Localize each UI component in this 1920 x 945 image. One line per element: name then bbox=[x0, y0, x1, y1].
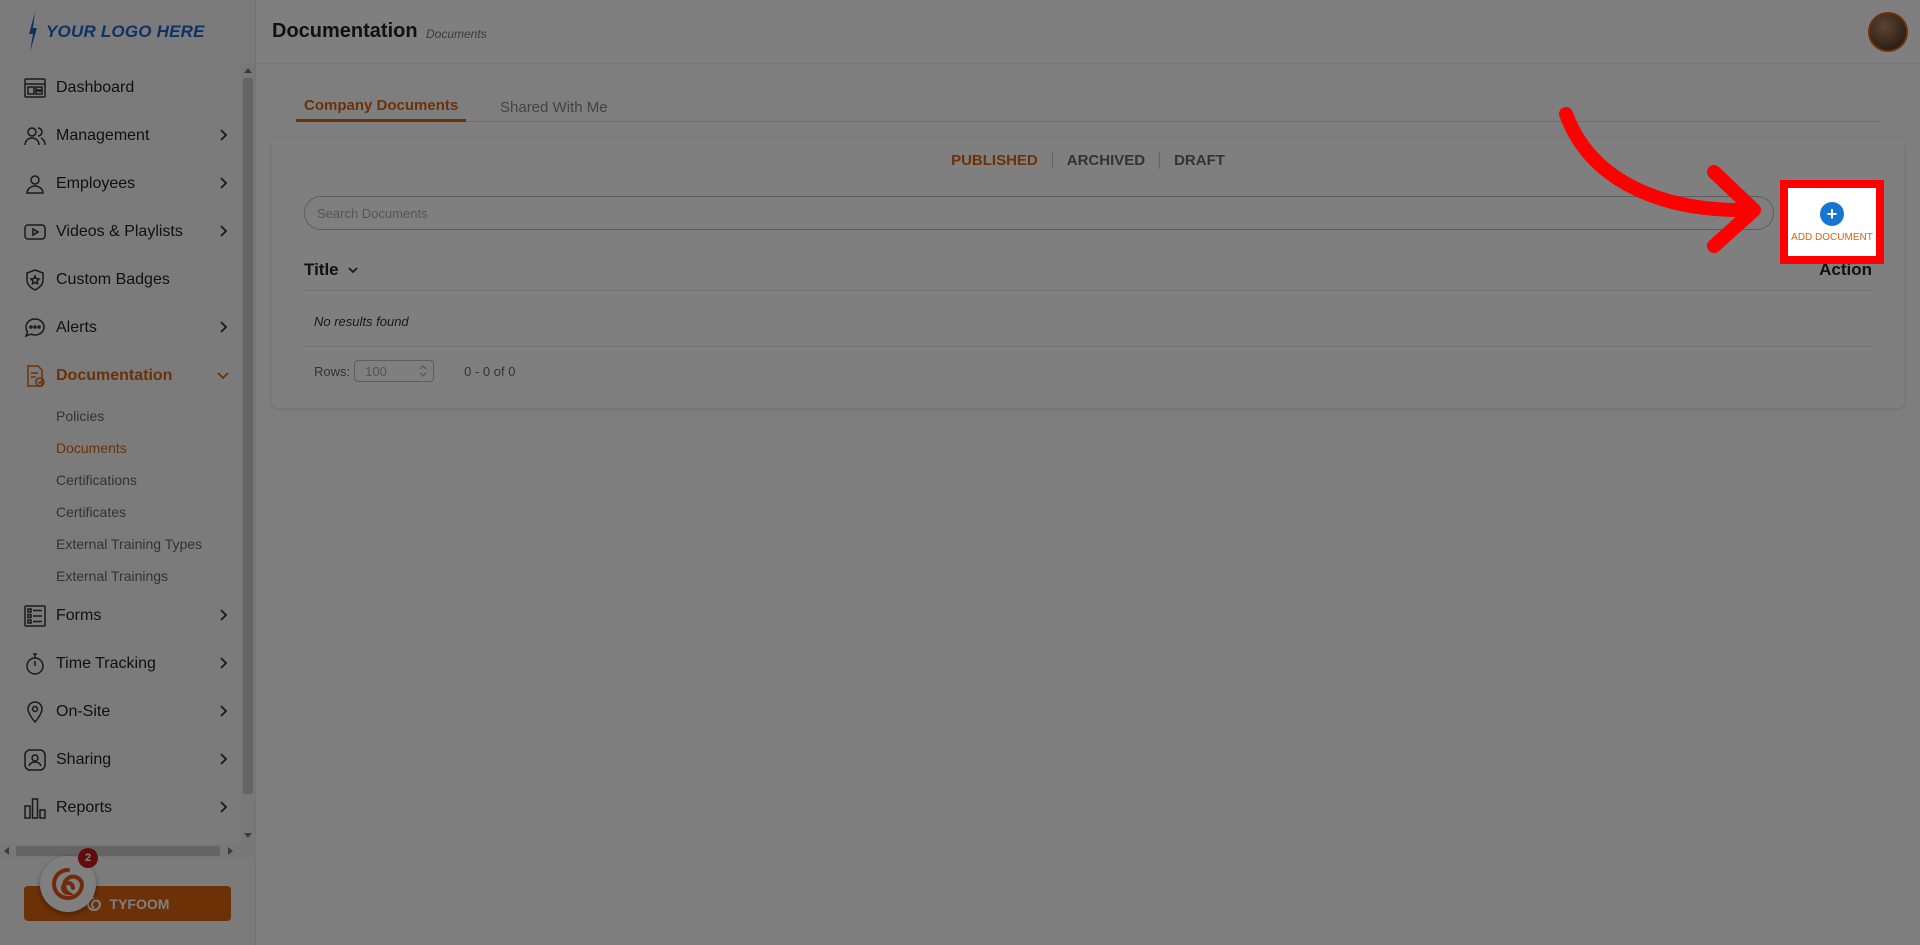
tyfoom-button-label: TYFOOM bbox=[109, 895, 170, 912]
sidebar-item-sharing[interactable]: Sharing bbox=[0, 736, 240, 784]
scroll-left-arrow-icon[interactable] bbox=[4, 847, 9, 855]
sidebar-item-on-site[interactable]: On-Site bbox=[0, 688, 240, 736]
badge-icon bbox=[22, 267, 48, 293]
submenu-item-certifications[interactable]: Certifications bbox=[56, 464, 240, 496]
employee-icon bbox=[22, 171, 48, 197]
sidebar-nav: Dashboard Management Employees Videos & … bbox=[0, 64, 240, 832]
sidebar-horizontal-scrollbar[interactable] bbox=[0, 844, 256, 858]
sidebar-item-documentation[interactable]: Documentation bbox=[0, 352, 240, 400]
submenu-item-external-trainings[interactable]: External Trainings bbox=[56, 560, 240, 592]
sidebar: YOUR LOGO HERE Dashboard Management Empl… bbox=[0, 0, 256, 945]
logo-text: YOUR LOGO HERE bbox=[46, 22, 205, 41]
video-icon bbox=[22, 219, 48, 245]
rows-per-page-select[interactable]: 100 bbox=[354, 360, 435, 382]
notification-count-badge: 2 bbox=[78, 848, 98, 868]
management-icon bbox=[22, 123, 48, 149]
submenu-item-external-training-types[interactable]: External Training Types bbox=[56, 528, 240, 560]
status-tab-archived[interactable]: ARCHIVED bbox=[1051, 152, 1159, 169]
chevron-right-icon bbox=[216, 656, 230, 670]
sidebar-vertical-scrollbar[interactable] bbox=[241, 64, 255, 844]
documents-card: PUBLISHEDARCHIVEDDRAFT + ADD DOCUMENT Ti… bbox=[272, 138, 1904, 408]
main-content: Company Documents Shared With Me PUBLISH… bbox=[256, 64, 1920, 945]
sidebar-item-dashboard[interactable]: Dashboard bbox=[0, 64, 240, 112]
chevron-right-icon bbox=[216, 128, 230, 142]
empty-table-message: No results found bbox=[314, 314, 409, 329]
sidebar-item-label: On-Site bbox=[56, 703, 111, 720]
sidebar-item-label: Documentation bbox=[56, 367, 173, 384]
sidebar-item-reports[interactable]: Reports bbox=[0, 784, 240, 832]
document-tabs: Company Documents Shared With Me bbox=[296, 92, 1880, 122]
stopwatch-icon bbox=[22, 651, 48, 677]
rows-label: Rows: bbox=[314, 363, 351, 379]
submenu-item-documents[interactable]: Documents bbox=[56, 432, 240, 464]
chevron-down-icon bbox=[216, 368, 230, 382]
chevron-right-icon bbox=[216, 320, 230, 334]
sidebar-item-label: Management bbox=[56, 127, 150, 144]
table-divider bbox=[304, 346, 1872, 347]
sidebar-item-label: Videos & Playlists bbox=[56, 223, 183, 240]
table-divider bbox=[304, 290, 1872, 291]
sidebar-item-custom-badges[interactable]: Custom Badges bbox=[0, 256, 240, 304]
status-tab-draft[interactable]: DRAFT bbox=[1159, 152, 1239, 169]
sidebar-item-label: Employees bbox=[56, 175, 136, 192]
sidebar-item-forms[interactable]: Forms bbox=[0, 592, 240, 640]
chevron-right-icon bbox=[216, 800, 230, 814]
logo-mark-icon bbox=[29, 12, 37, 52]
chevron-right-icon bbox=[216, 608, 230, 622]
highlighted-add-document-button[interactable]: + ADD DOCUMENT bbox=[1788, 188, 1876, 256]
sidebar-item-time-tracking[interactable]: Time Tracking bbox=[0, 640, 240, 688]
scroll-down-arrow-icon[interactable] bbox=[244, 833, 252, 838]
sidebar-item-label: Reports bbox=[56, 799, 113, 816]
scroll-right-arrow-icon[interactable] bbox=[228, 847, 233, 855]
status-tab-published[interactable]: PUBLISHED bbox=[937, 152, 1052, 169]
page-title: Documentation bbox=[272, 20, 418, 42]
sidebar-item-label: Sharing bbox=[56, 751, 112, 768]
documentation-submenu: Policies Documents Certifications Certif… bbox=[0, 400, 240, 592]
scrollbar-thumb[interactable] bbox=[16, 846, 220, 856]
search-documents-input[interactable] bbox=[304, 196, 1774, 230]
document-check-icon bbox=[22, 363, 48, 389]
sidebar-item-employees[interactable]: Employees bbox=[0, 160, 240, 208]
pagination: Rows: 100 0 - 0 of 0 bbox=[314, 360, 515, 382]
chevron-right-icon bbox=[216, 752, 230, 766]
chevron-down-icon bbox=[348, 267, 358, 274]
page-subtitle: Documents bbox=[426, 27, 487, 41]
column-header-action: Action bbox=[1819, 260, 1872, 279]
add-document-label: ADD DOCUMENT bbox=[1791, 231, 1873, 243]
bar-chart-icon bbox=[22, 795, 48, 821]
sidebar-item-label: Custom Badges bbox=[56, 271, 170, 288]
sidebar-item-alerts[interactable]: Alerts bbox=[0, 304, 240, 352]
scrollbar-thumb[interactable] bbox=[243, 78, 253, 794]
logo[interactable]: YOUR LOGO HERE bbox=[26, 12, 205, 52]
rows-per-page-value: 100 bbox=[365, 363, 387, 379]
share-user-icon bbox=[22, 747, 48, 773]
swirl-logo-icon bbox=[52, 868, 85, 900]
pagination-range: 0 - 0 of 0 bbox=[464, 363, 516, 379]
scroll-up-arrow-icon[interactable] bbox=[244, 68, 252, 73]
alert-chat-icon bbox=[22, 315, 48, 341]
location-pin-icon bbox=[22, 699, 48, 725]
chevron-right-icon bbox=[216, 224, 230, 238]
user-avatar[interactable] bbox=[1868, 12, 1908, 52]
tab-shared-with-me[interactable]: Shared With Me bbox=[492, 92, 616, 122]
form-list-icon bbox=[22, 603, 48, 629]
status-filter-tabs: PUBLISHED ARCHIVED DRAFT bbox=[272, 152, 1904, 169]
column-header-title[interactable]: Title bbox=[304, 260, 359, 280]
sidebar-item-label: Alerts bbox=[56, 319, 97, 336]
sidebar-item-label: Time Tracking bbox=[56, 655, 156, 672]
column-header-title-label: Title bbox=[304, 260, 339, 279]
chevron-right-icon bbox=[216, 176, 230, 190]
plus-circle-icon: + bbox=[1820, 201, 1844, 226]
chevron-right-icon bbox=[216, 704, 230, 718]
dashboard-icon bbox=[22, 75, 48, 101]
sidebar-item-label: Dashboard bbox=[56, 79, 135, 96]
tab-company-documents[interactable]: Company Documents bbox=[296, 92, 467, 122]
sidebar-item-management[interactable]: Management bbox=[0, 112, 240, 160]
top-header: Documentation Documents bbox=[256, 0, 1920, 64]
submenu-item-policies[interactable]: Policies bbox=[56, 400, 240, 432]
stepper-icon bbox=[419, 365, 427, 377]
submenu-item-certificates[interactable]: Certificates bbox=[56, 496, 240, 528]
sidebar-item-videos-playlists[interactable]: Videos & Playlists bbox=[0, 208, 240, 256]
sidebar-item-label: Forms bbox=[56, 607, 102, 624]
